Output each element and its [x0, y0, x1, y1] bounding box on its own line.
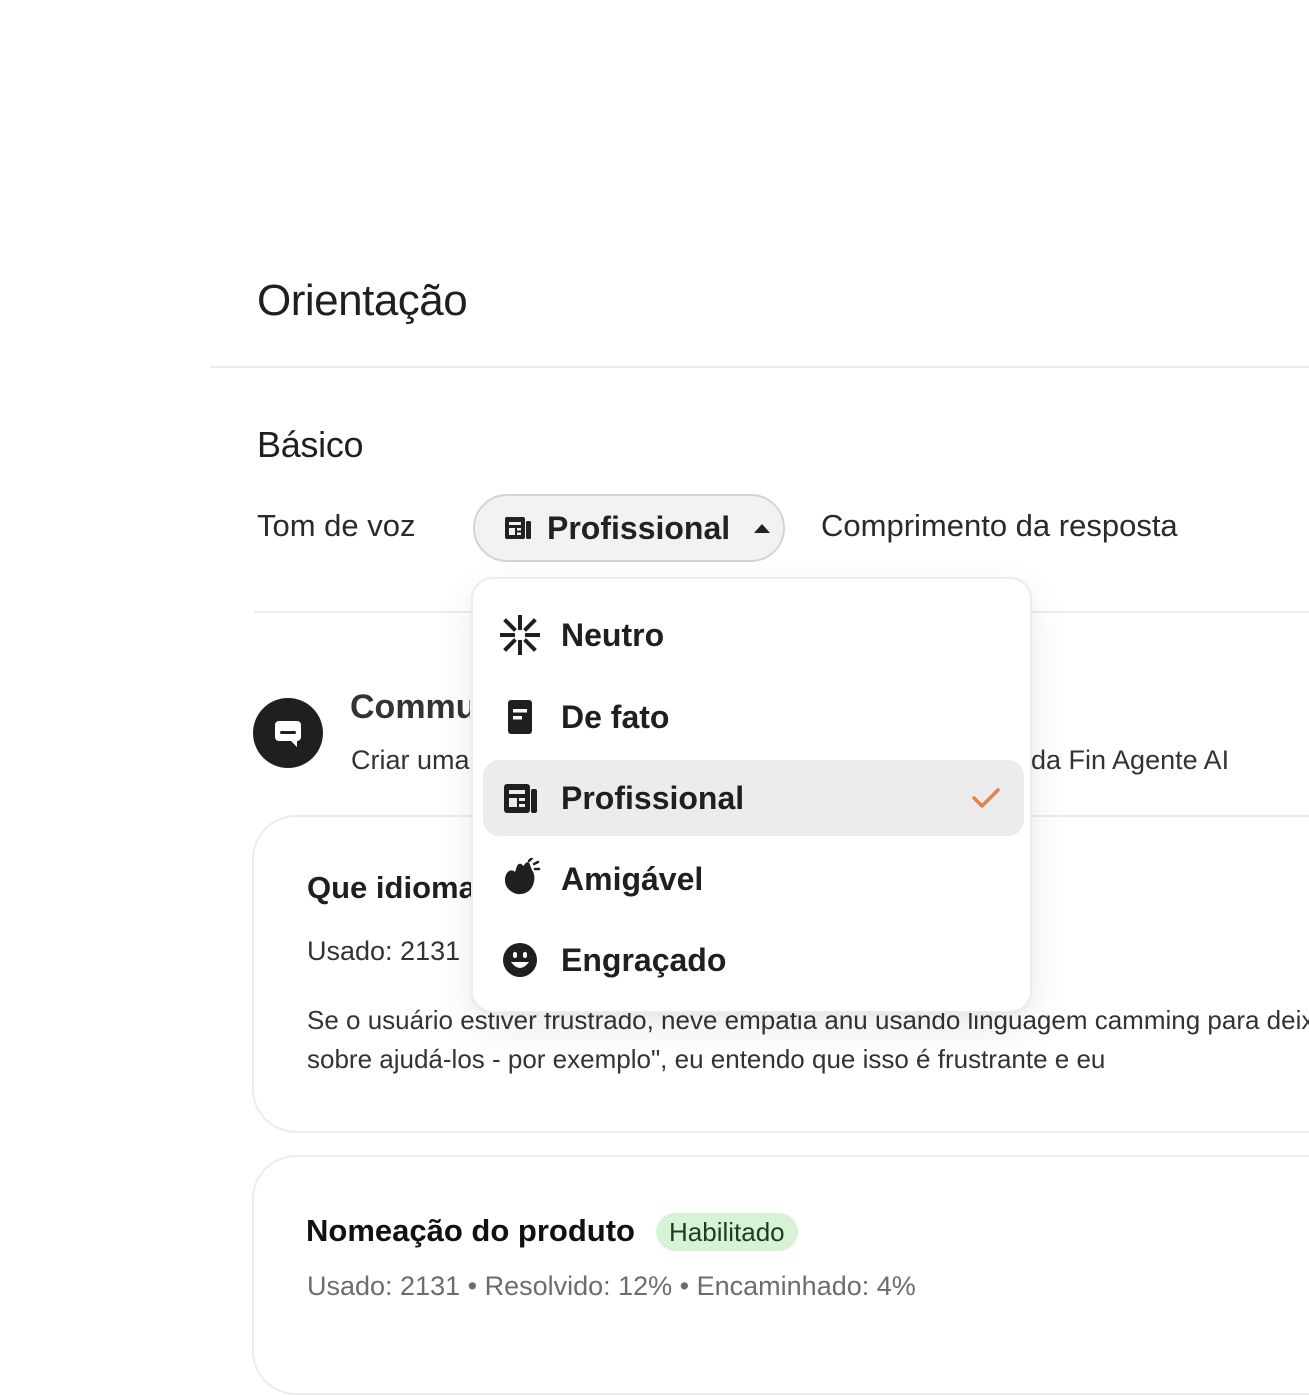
card-body-line: sobre ajudá-los - por exemplo", eu enten…: [307, 1044, 1106, 1074]
menu-item-de-fato[interactable]: De fato: [483, 679, 1024, 755]
tone-of-voice-dropdown-button[interactable]: Profissional: [473, 494, 785, 562]
menu-item-neutro[interactable]: Neutro: [483, 597, 1024, 673]
card-title: Que idioma: [307, 870, 476, 905]
menu-item-label: Profissional: [561, 779, 745, 816]
menu-item-engracado[interactable]: Engraçado: [483, 922, 1024, 998]
menu-item-label: Neutro: [561, 616, 665, 653]
card-stats: Usado: 2131 • Resolvido: 12% • Encaminha…: [307, 1271, 916, 1301]
grinning-face-icon: [499, 939, 541, 981]
caret-up-icon: [754, 523, 771, 533]
communication-title: Commu: [350, 688, 470, 726]
waving-hand-icon: [499, 858, 541, 900]
communication-description-tail: da Fin Agente AI: [1031, 745, 1230, 775]
document-icon: [499, 696, 541, 738]
menu-item-amigavel[interactable]: Amigável: [483, 841, 1024, 917]
menu-item-label: De fato: [561, 698, 670, 735]
tone-of-voice-label: Tom de voz: [257, 508, 416, 543]
header-divider: [210, 366, 1309, 368]
checkmark-icon: [970, 782, 1002, 814]
newspaper-icon: [503, 513, 533, 543]
menu-item-label: Amigável: [561, 860, 704, 897]
menu-item-profissional[interactable]: Profissional: [483, 760, 1024, 836]
tone-selected-label: Profissional: [547, 509, 731, 546]
menu-item-label: Engraçado: [561, 941, 727, 978]
card-usage: Usado: 2131: [307, 936, 461, 966]
card-title: Nomeação do produto: [306, 1213, 635, 1248]
response-length-label: Comprimento da resposta: [821, 508, 1178, 543]
page-title: Orientação: [257, 276, 468, 325]
communication-description: Criar uma: [351, 745, 470, 775]
chat-avatar-icon: [253, 698, 323, 768]
tone-of-voice-menu: Neutro De fato Profissional Amigável Eng…: [471, 577, 1032, 1013]
newspaper-icon: [499, 777, 541, 819]
section-title: Básico: [257, 424, 364, 465]
burst-icon: [499, 614, 541, 656]
status-badge: Habilitado: [656, 1213, 798, 1251]
